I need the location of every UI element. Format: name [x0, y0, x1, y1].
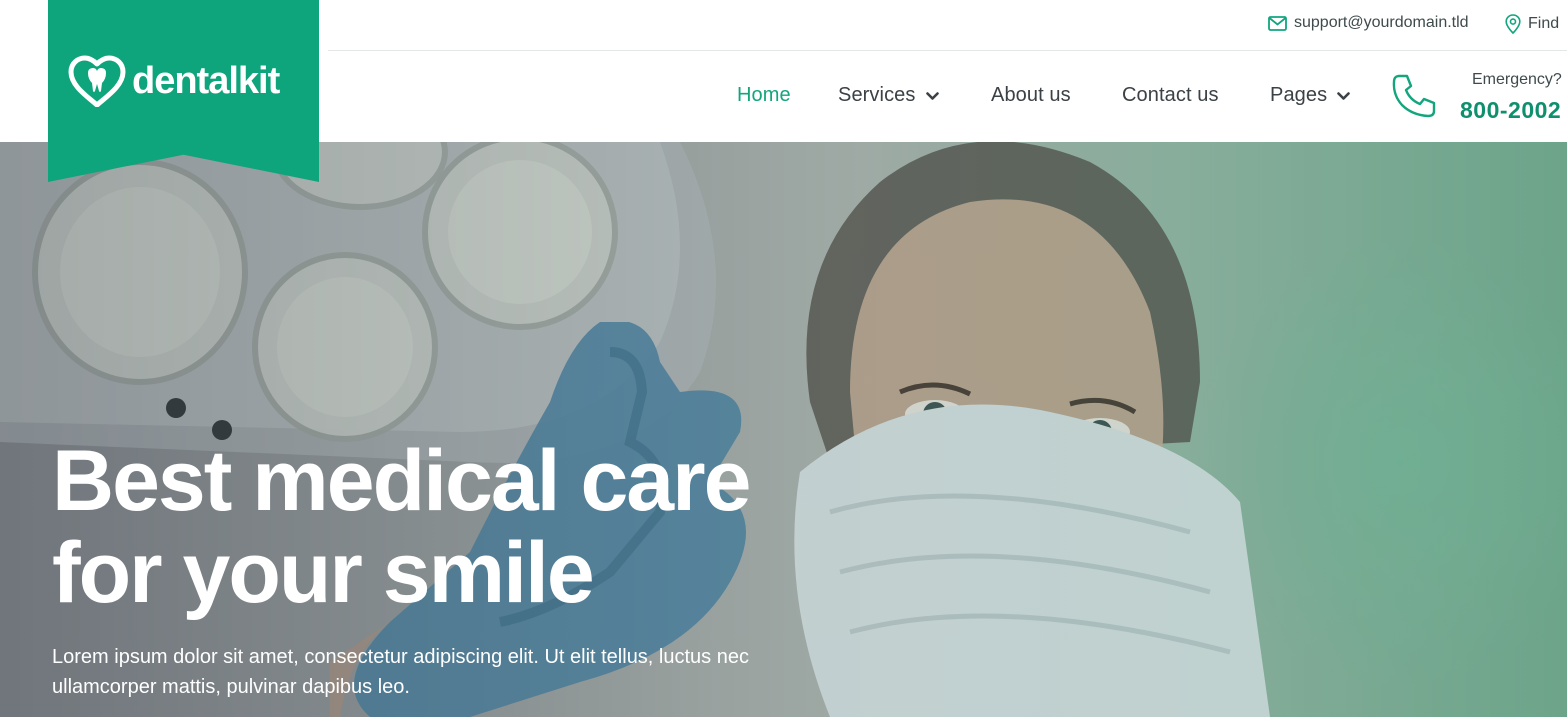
nav-item-home[interactable]: Home — [737, 84, 791, 107]
envelope-icon — [1268, 15, 1287, 31]
emergency-label: Emergency? — [1472, 71, 1562, 88]
hero-description: Lorem ipsum dolor sit amet, consectetur … — [52, 642, 832, 702]
hero-title-line-1: Best medical care — [52, 433, 751, 529]
topbar-email-text: support@yourdomain.tld — [1294, 14, 1469, 31]
tooth-heart-icon — [68, 55, 126, 107]
emergency-contact[interactable]: Emergency? 800-2002 — [1390, 70, 1567, 130]
nav-item-pages[interactable]: Pages — [1270, 84, 1351, 107]
hero-title: Best medical care for your smile — [52, 435, 952, 619]
topbar-email-link[interactable]: support@yourdomain.tld — [1268, 14, 1469, 32]
topbar-find-link[interactable]: Find — [1505, 14, 1559, 34]
nav-item-label: Pages — [1270, 84, 1328, 106]
chevron-down-icon — [925, 92, 939, 100]
topbar: support@yourdomain.tld Find — [328, 0, 1567, 51]
topbar-find-text: Find — [1528, 15, 1560, 32]
nav-item-label: Home — [737, 84, 791, 106]
hero-overlay — [0, 142, 1567, 717]
hero-description-line-2: ullamcorper mattis, pulvinar dapibus leo… — [52, 676, 410, 698]
nav-item-label: Services — [838, 84, 916, 106]
chevron-down-icon — [1337, 92, 1351, 100]
phone-icon — [1392, 74, 1436, 118]
nav-item-contact[interactable]: Contact us — [1122, 84, 1219, 107]
nav-item-label: Contact us — [1122, 84, 1219, 106]
hero-title-line-2: for your smile — [52, 525, 595, 621]
logo: dentalkit — [68, 55, 280, 107]
logo-banner[interactable]: dentalkit — [48, 0, 319, 182]
nav-item-services[interactable]: Services — [838, 84, 939, 107]
hero-section: Best medical care for your smile Lorem i… — [0, 142, 1567, 717]
nav-item-label: About us — [991, 84, 1071, 106]
emergency-number[interactable]: 800-2002 — [1460, 97, 1561, 124]
nav-item-about[interactable]: About us — [991, 84, 1071, 107]
logo-text: dentalkit — [132, 59, 280, 102]
page: Best medical care for your smile Lorem i… — [0, 0, 1567, 717]
map-pin-icon — [1505, 14, 1521, 34]
hero-description-line-1: Lorem ipsum dolor sit amet, consectetur … — [52, 646, 749, 668]
